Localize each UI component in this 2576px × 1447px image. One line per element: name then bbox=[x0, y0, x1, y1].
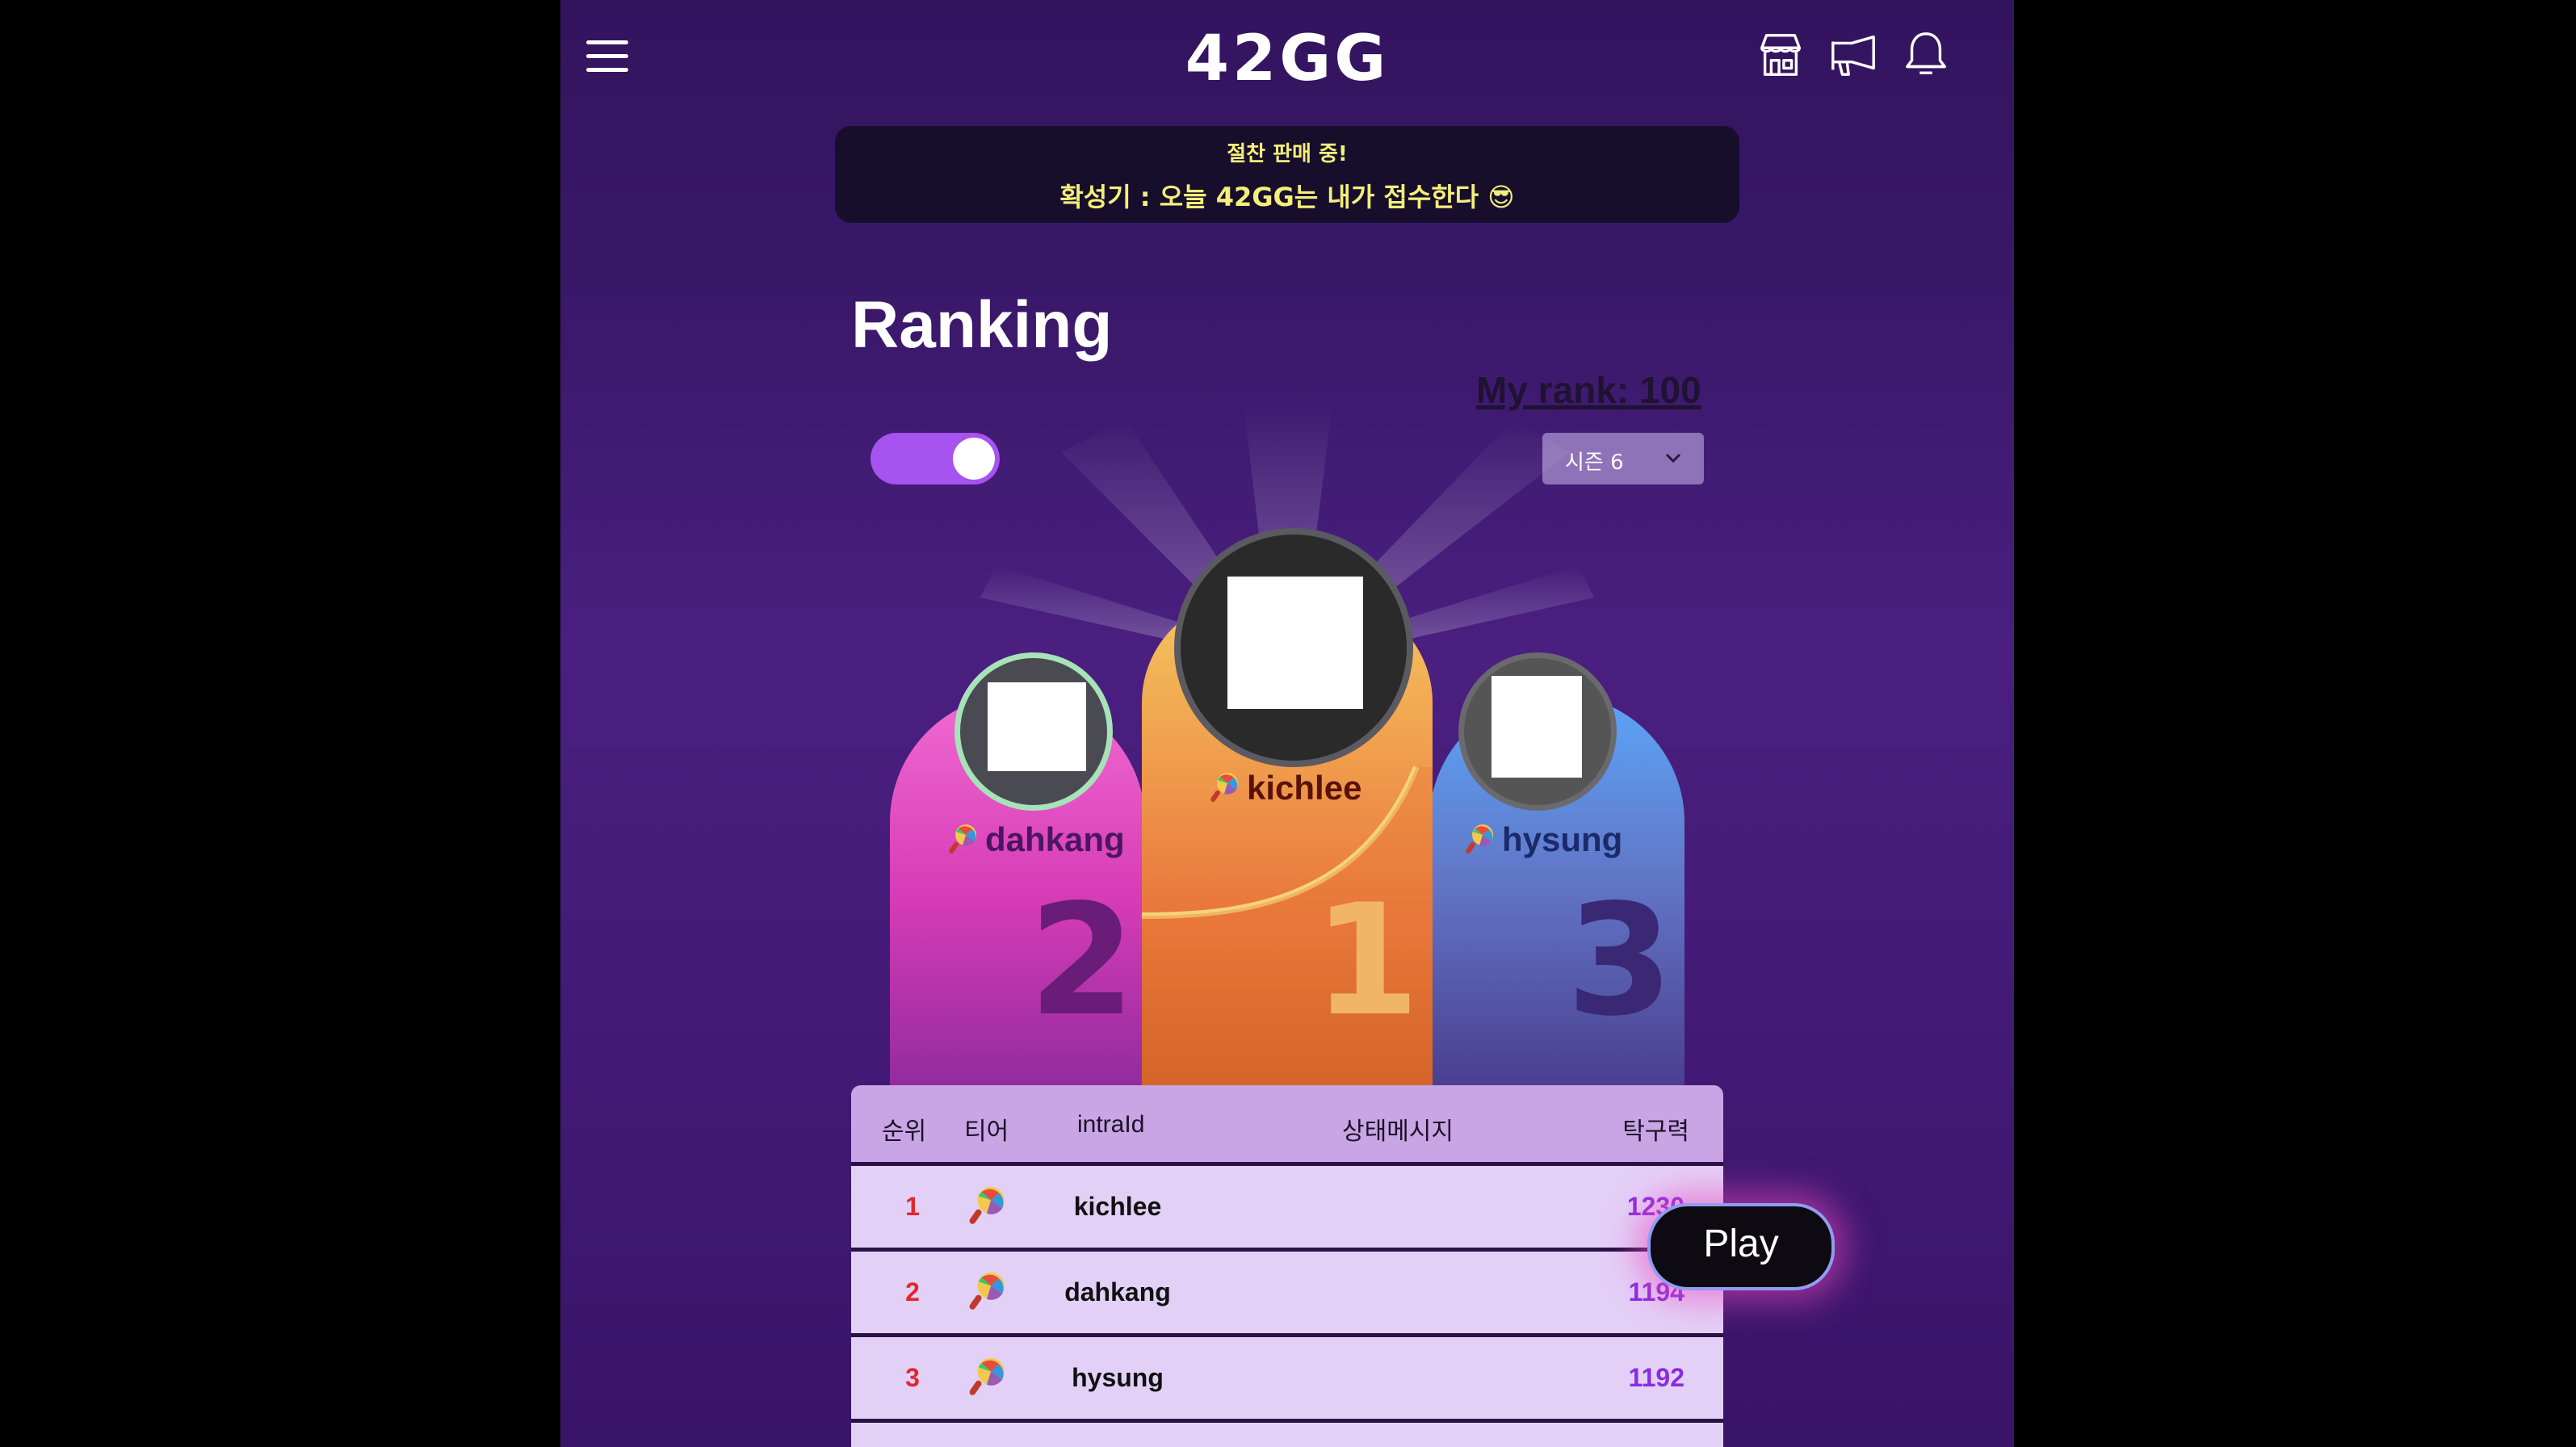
row-rank: 3 bbox=[905, 1363, 920, 1392]
table-row[interactable]: 1 kichlee 1230 bbox=[851, 1166, 1723, 1252]
row-intra-id[interactable]: hysung bbox=[1053, 1363, 1182, 1393]
rainbow-paddle-icon bbox=[969, 1272, 1005, 1310]
podium-name-label: kichlee bbox=[1247, 769, 1362, 807]
app-screen: 42GG 절찬 판매 중! 확성기 : 오늘 42GG는 내가 접수한다 😎 R… bbox=[560, 0, 2014, 1447]
rainbow-paddle-icon bbox=[1210, 773, 1238, 803]
table-row[interactable] bbox=[851, 1423, 1723, 1447]
podium-name-label: hysung bbox=[1502, 820, 1623, 858]
row-ppp: 1192 bbox=[1628, 1363, 1684, 1392]
col-rank: 순위 bbox=[882, 1118, 927, 1145]
row-rank: 2 bbox=[905, 1277, 920, 1306]
podium-place-number: 3 bbox=[1566, 871, 1673, 1050]
avatar-first[interactable] bbox=[1174, 528, 1413, 767]
table-row[interactable]: 3 hysung 1192 bbox=[851, 1337, 1723, 1423]
rainbow-paddle-icon bbox=[1466, 824, 1493, 854]
podium-place-number: 1 bbox=[1313, 871, 1420, 1050]
row-intra-id[interactable]: dahkang bbox=[1053, 1277, 1182, 1307]
row-intra-id[interactable]: kichlee bbox=[1053, 1192, 1182, 1222]
col-status-message: 상태메시지 bbox=[1342, 1118, 1454, 1145]
podium-name-label: dahkang bbox=[985, 820, 1125, 858]
podium-name-first[interactable]: kichlee bbox=[1206, 769, 1361, 807]
rainbow-paddle-icon bbox=[969, 1357, 1005, 1395]
rainbow-paddle-icon bbox=[949, 824, 976, 854]
podium-place-number: 2 bbox=[1028, 871, 1135, 1050]
podium-name-second[interactable]: dahkang bbox=[945, 820, 1125, 859]
table-row[interactable]: 2 dahkang 1194 bbox=[851, 1252, 1723, 1337]
play-button[interactable]: Play bbox=[1647, 1203, 1835, 1290]
avatar-second[interactable] bbox=[954, 652, 1113, 811]
col-tier: 티어 bbox=[964, 1118, 1009, 1145]
avatar-third[interactable] bbox=[1458, 652, 1617, 811]
col-ppp: 탁구력 bbox=[1622, 1118, 1689, 1145]
col-intra-id: intraId bbox=[1077, 1111, 1145, 1138]
table-header: 순위 티어 intraId 상태메시지 탁구력 bbox=[851, 1085, 1723, 1166]
podium-name-third[interactable]: hysung bbox=[1462, 820, 1622, 859]
row-rank: 1 bbox=[905, 1192, 920, 1221]
ranking-table: 순위 티어 intraId 상태메시지 탁구력 1 kichlee 1230 2 bbox=[851, 1085, 1723, 1447]
rainbow-paddle-icon bbox=[969, 1186, 1005, 1224]
